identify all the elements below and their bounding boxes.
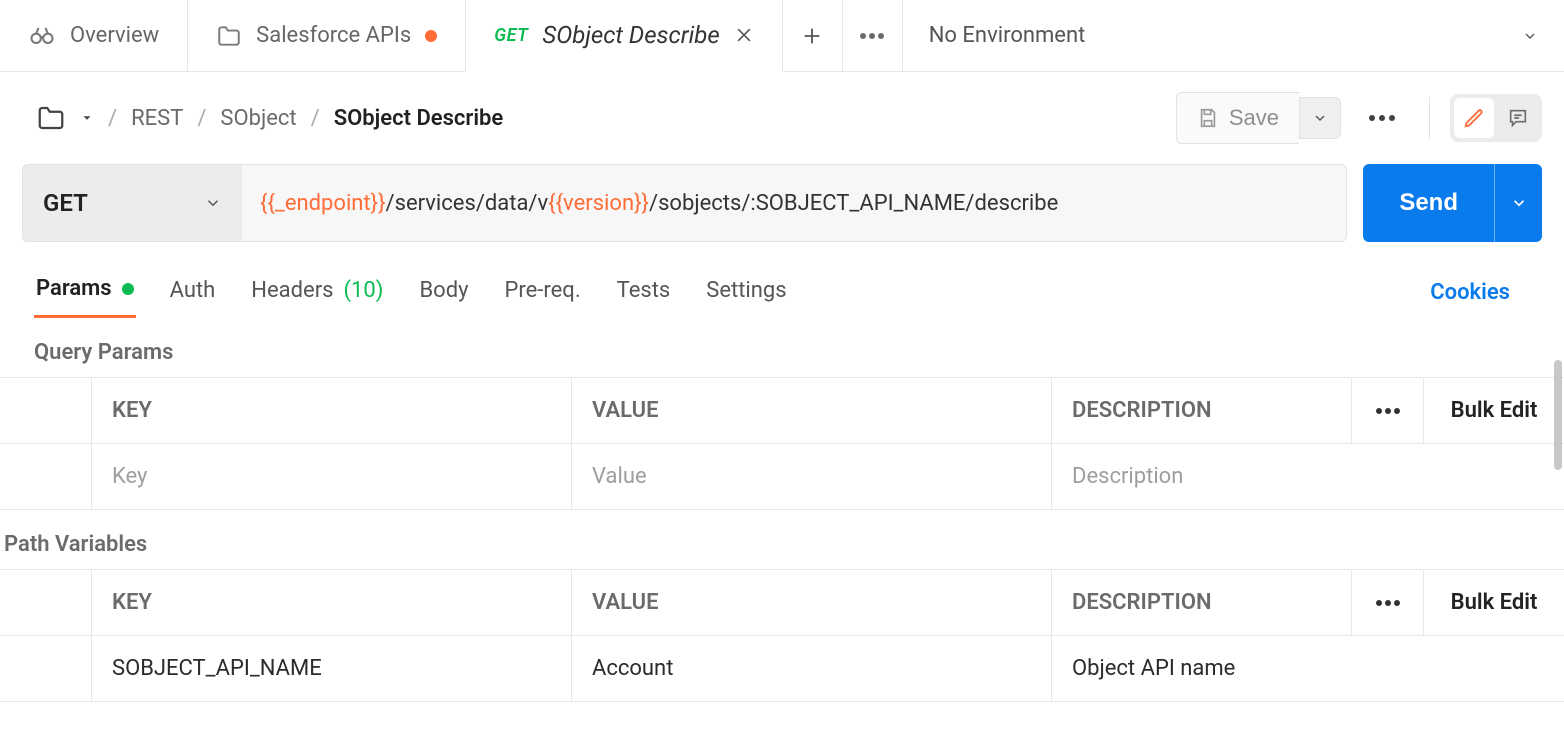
tab-collection-label: Salesforce APIs xyxy=(256,23,411,48)
save-button[interactable]: Save xyxy=(1176,92,1299,144)
path-value-input[interactable]: Account xyxy=(572,636,1052,701)
breadcrumb-folder-dropdown[interactable] xyxy=(80,111,94,125)
tab-request-label: SObject Describe xyxy=(542,21,719,49)
path-bulk-edit[interactable]: Bulk Edit xyxy=(1424,570,1564,635)
tab-strip: Overview Salesforce APIs GET SObject Des… xyxy=(0,0,1564,72)
url-var-endpoint: {{_endpoint}} xyxy=(260,191,386,216)
folder-icon xyxy=(216,23,242,49)
params-indicator-dot xyxy=(122,283,134,295)
cookies-link[interactable]: Cookies xyxy=(1430,280,1510,305)
headers-count: (10) xyxy=(344,278,384,303)
query-col-checkbox xyxy=(0,378,92,443)
request-tabs: Params Auth Headers (10) Body Pre-req. T… xyxy=(0,266,1564,318)
query-key-input[interactable]: Key xyxy=(92,444,572,509)
query-desc-input[interactable]: Description xyxy=(1052,444,1564,509)
query-col-value: VALUE xyxy=(572,378,1052,443)
path-col-key: KEY xyxy=(92,570,572,635)
send-button-group: Send xyxy=(1363,164,1542,242)
http-method-select[interactable]: GET xyxy=(22,164,242,242)
chevron-down-icon xyxy=(1522,28,1538,44)
path-key-input[interactable]: SOBJECT_API_NAME xyxy=(92,636,572,701)
path-vars-grid: KEY VALUE DESCRIPTION Bulk Edit SOBJECT_… xyxy=(0,569,1564,702)
save-label: Save xyxy=(1229,105,1279,131)
query-value-input[interactable]: Value xyxy=(572,444,1052,509)
query-header-row: KEY VALUE DESCRIPTION Bulk Edit xyxy=(0,378,1564,444)
breadcrumb-current[interactable]: SObject Describe xyxy=(334,106,504,131)
request-url-input[interactable]: {{_endpoint}} /services/data/v {{version… xyxy=(242,164,1347,242)
binoculars-icon xyxy=(28,22,56,50)
path-col-checkbox xyxy=(0,570,92,635)
send-dropdown-button[interactable] xyxy=(1494,164,1542,242)
path-col-options[interactable] xyxy=(1352,570,1424,635)
more-actions-button[interactable] xyxy=(1355,103,1409,133)
divider xyxy=(1429,97,1430,139)
breadcrumb: / REST / SObject / SObject Describe xyxy=(36,103,503,133)
toolbar: / REST / SObject / SObject Describe Save xyxy=(0,72,1564,164)
save-dropdown-button[interactable] xyxy=(1299,97,1341,139)
request-url-row: GET {{_endpoint}} /services/data/v {{ver… xyxy=(0,164,1564,266)
save-button-group: Save xyxy=(1176,92,1341,144)
floppy-disk-icon xyxy=(1197,107,1219,129)
chevron-down-icon xyxy=(204,194,222,212)
path-row-checkbox[interactable] xyxy=(0,636,92,701)
path-desc-input[interactable]: Object API name xyxy=(1052,636,1564,701)
breadcrumb-sep: / xyxy=(108,106,117,131)
query-col-key: KEY xyxy=(92,378,572,443)
tab-headers-label: Headers xyxy=(251,278,333,303)
collection-folder-icon[interactable] xyxy=(36,103,66,133)
request-method-badge: GET xyxy=(494,25,528,46)
path-col-desc: DESCRIPTION xyxy=(1052,570,1352,635)
tab-request-active[interactable]: GET SObject Describe xyxy=(466,0,782,72)
query-bulk-edit[interactable]: Bulk Edit xyxy=(1424,378,1564,443)
environment-selector[interactable]: No Environment xyxy=(903,0,1564,71)
unsaved-dot-icon xyxy=(425,30,437,42)
tab-overflow-button[interactable] xyxy=(843,0,903,71)
url-var-version: {{version}} xyxy=(548,191,649,216)
query-row-checkbox[interactable] xyxy=(0,444,92,509)
tab-tests[interactable]: Tests xyxy=(615,268,673,317)
url-seg-1: /services/data/v xyxy=(386,191,549,216)
query-empty-row: Key Value Description xyxy=(0,444,1564,510)
send-button[interactable]: Send xyxy=(1363,164,1494,242)
query-params-grid: KEY VALUE DESCRIPTION Bulk Edit Key Valu… xyxy=(0,377,1564,510)
environment-label: No Environment xyxy=(929,23,1086,48)
breadcrumb-sep: / xyxy=(197,106,206,131)
tab-settings[interactable]: Settings xyxy=(704,268,788,317)
path-vars-title: Path Variables xyxy=(0,510,1564,569)
view-mode-comment[interactable] xyxy=(1498,98,1538,138)
breadcrumb-l2[interactable]: SObject xyxy=(220,106,296,131)
tab-auth[interactable]: Auth xyxy=(168,268,218,317)
send-label: Send xyxy=(1399,189,1458,217)
query-col-options[interactable] xyxy=(1352,378,1424,443)
view-mode-edit[interactable] xyxy=(1454,98,1494,138)
tab-collection[interactable]: Salesforce APIs xyxy=(188,0,466,71)
tab-params-label: Params xyxy=(36,276,112,301)
http-method-value: GET xyxy=(43,189,88,217)
pencil-icon xyxy=(1463,107,1485,129)
new-tab-button[interactable] xyxy=(783,0,843,71)
tab-params[interactable]: Params xyxy=(34,266,136,318)
path-row: SOBJECT_API_NAME Account Object API name xyxy=(0,636,1564,702)
query-params-title: Query Params xyxy=(0,318,1564,377)
breadcrumb-l1[interactable]: REST xyxy=(131,106,183,131)
path-header-row: KEY VALUE DESCRIPTION Bulk Edit xyxy=(0,570,1564,636)
path-col-value: VALUE xyxy=(572,570,1052,635)
tab-body[interactable]: Body xyxy=(417,268,470,317)
tab-overview-label: Overview xyxy=(70,23,159,48)
view-mode-toggle xyxy=(1450,94,1542,142)
tab-overview[interactable]: Overview xyxy=(0,0,188,71)
tab-prereq[interactable]: Pre-req. xyxy=(503,268,583,317)
breadcrumb-sep: / xyxy=(311,106,320,131)
query-col-desc: DESCRIPTION xyxy=(1052,378,1352,443)
comment-icon xyxy=(1507,107,1529,129)
url-seg-2: /sobjects/:SOBJECT_API_NAME/describe xyxy=(649,191,1058,216)
close-icon[interactable] xyxy=(734,25,754,45)
content-scrollbar[interactable] xyxy=(1554,360,1562,470)
tab-headers[interactable]: Headers (10) xyxy=(249,268,385,317)
toolbar-actions: Save xyxy=(1176,92,1542,144)
